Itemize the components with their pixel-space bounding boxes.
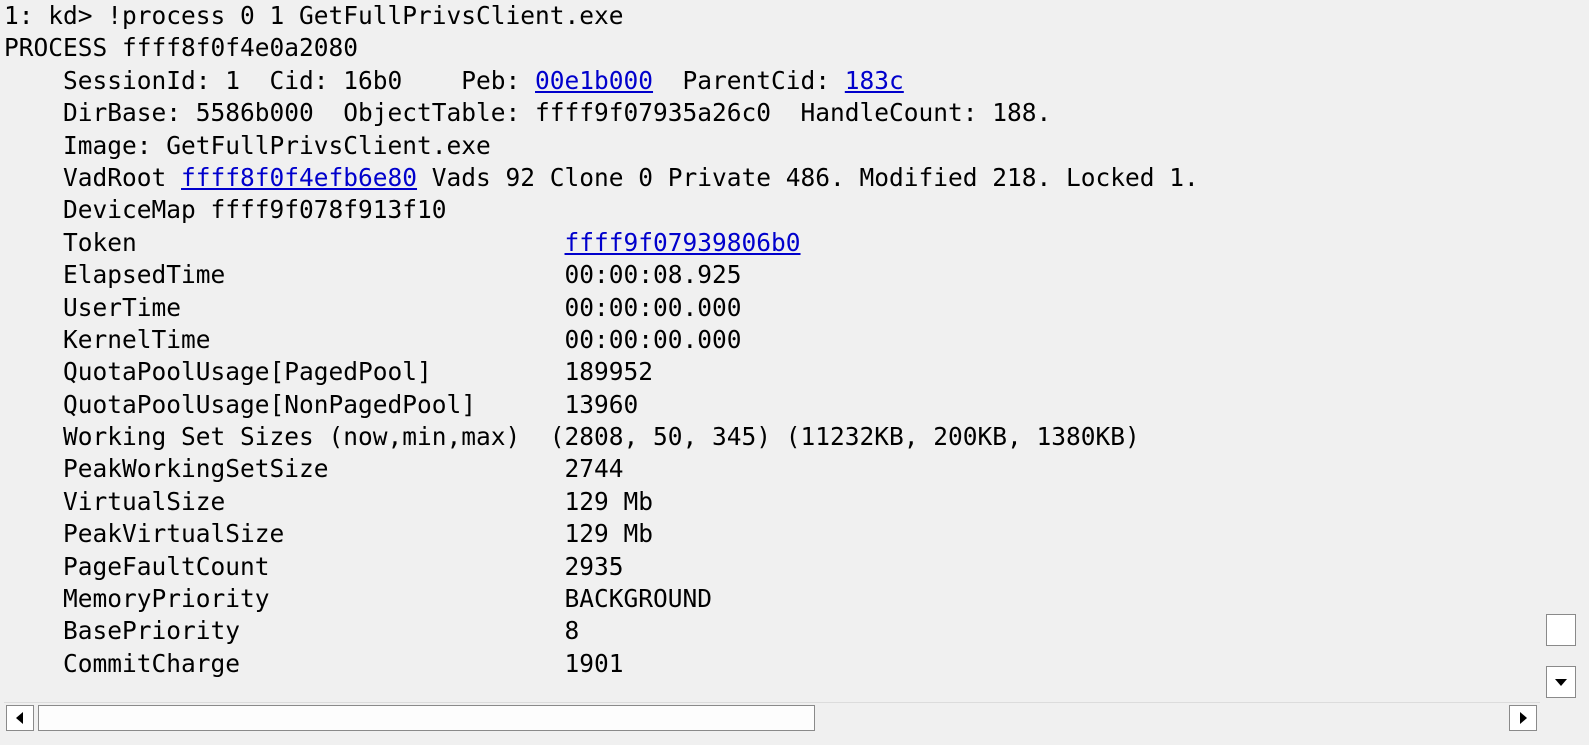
chevron-left-icon <box>16 712 23 724</box>
peakvirtualsize-line: PeakVirtualSize 129 Mb <box>4 519 654 549</box>
memorypriority-line: MemoryPriority BACKGROUND <box>4 584 713 614</box>
peb-link[interactable]: 00e1b000 <box>535 66 653 95</box>
token-link[interactable]: ffff9f07939806b0 <box>565 228 801 257</box>
basepriority-line: BasePriority 8 <box>4 616 580 646</box>
session-line: SessionId: 1 Cid: 16b0 Peb: 00e1b000 Par… <box>4 65 1564 97</box>
scroll-down-button[interactable] <box>1546 666 1576 698</box>
vadroot-line: VadRoot ffff8f0f4efb6e80 Vads 92 Clone 0… <box>4 162 1564 194</box>
command-line: 1: kd> !process 0 1 GetFullPrivsClient.e… <box>4 1 624 30</box>
vadroot-label: VadRoot <box>4 162 182 192</box>
scroll-left-button[interactable] <box>6 705 34 731</box>
vertical-scrollbar-thumb[interactable] <box>1546 614 1576 646</box>
debugger-output-pane[interactable]: 1: kd> !process 0 1 GetFullPrivsClient.e… <box>4 0 1564 700</box>
session-text: SessionId: 1 Cid: 16b0 Peb: <box>4 65 536 95</box>
vadroot-details: Vads 92 Clone 0 Private 486. Modified 21… <box>417 162 1199 192</box>
vadroot-link[interactable]: ffff8f0f4efb6e80 <box>181 163 417 192</box>
process-header: PROCESS ffff8f0f4e0a2080 <box>4 33 359 63</box>
token-line: Token ffff9f07939806b0 <box>4 227 1564 259</box>
kerneltime-line: KernelTime 00:00:00.000 <box>4 324 742 354</box>
command-output: 1: kd> !process 0 1 GetFullPrivsClient.e… <box>4 0 1564 680</box>
workingset-line: Working Set Sizes (now,min,max) (2808, 5… <box>4 422 1140 452</box>
dirbase-line: DirBase: 5586b000 ObjectTable: ffff9f079… <box>4 98 1052 128</box>
chevron-right-icon <box>1520 712 1527 724</box>
commitcharge-line: CommitCharge 1901 <box>4 648 624 678</box>
usertime-line: UserTime 00:00:00.000 <box>4 292 742 322</box>
elapsedtime-line: ElapsedTime 00:00:08.925 <box>4 260 742 290</box>
horizontal-scrollbar-thumb[interactable] <box>38 705 815 731</box>
parentcid-link[interactable]: 183c <box>845 66 904 95</box>
image-line: Image: GetFullPrivsClient.exe <box>4 130 491 160</box>
token-label: Token <box>4 227 565 257</box>
pagefaultcount-line: PageFaultCount 2935 <box>4 551 624 581</box>
scroll-right-button[interactable] <box>1509 705 1537 731</box>
horizontal-scrollbar[interactable] <box>4 702 1540 733</box>
pagedpool-line: QuotaPoolUsage[PagedPool] 189952 <box>4 357 654 387</box>
peakworkingset-line: PeakWorkingSetSize 2744 <box>4 454 624 484</box>
devicemap-line: DeviceMap ffff9f078f913f10 <box>4 195 447 225</box>
chevron-down-icon <box>1555 679 1567 686</box>
virtualsize-line: VirtualSize 129 Mb <box>4 486 654 516</box>
parentcid-label: ParentCid: <box>653 65 845 95</box>
nonpagedpool-line: QuotaPoolUsage[NonPagedPool] 13960 <box>4 389 639 419</box>
